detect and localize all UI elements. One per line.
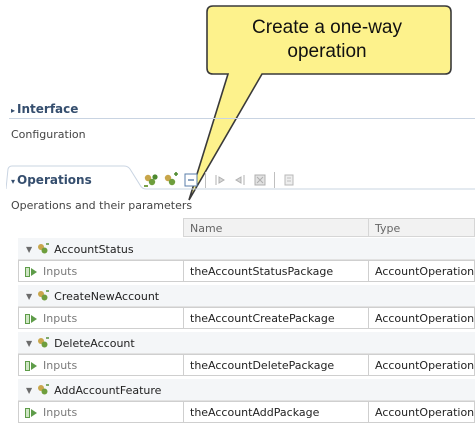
input-row[interactable]: Inputs theAccountCreatePackage AccountOper… bbox=[18, 307, 475, 329]
operation-icon bbox=[36, 336, 50, 350]
input-row[interactable]: Inputs theAccountStatusPackage AccountOper… bbox=[18, 260, 475, 282]
parameter-type-cell[interactable]: AccountOperation bbox=[368, 354, 475, 376]
inputs-label: Inputs bbox=[43, 265, 78, 278]
add-input-icon[interactable] bbox=[210, 170, 230, 190]
toolbar-separator bbox=[205, 172, 206, 188]
parameter-type-cell[interactable]: AccountOperation bbox=[368, 260, 475, 282]
interface-divider bbox=[9, 118, 475, 119]
toolbar-separator bbox=[274, 172, 275, 188]
column-header-type[interactable]: Type bbox=[368, 218, 475, 237]
operation-name: CreateNewAccount bbox=[54, 289, 160, 303]
operation-row[interactable]: ▼ CreateNewAccount bbox=[18, 285, 475, 307]
add-one-way-operation-icon[interactable] bbox=[161, 170, 181, 190]
column-header-name[interactable]: Name bbox=[183, 218, 369, 237]
remove-parameter-icon[interactable] bbox=[250, 170, 270, 190]
operation-icon bbox=[36, 242, 50, 256]
inputs-cell: Inputs bbox=[18, 354, 184, 376]
operation-label: ▼ CreateNewAccount bbox=[26, 289, 159, 303]
inputs-cell: Inputs bbox=[18, 260, 184, 282]
expand-arrow-icon[interactable]: ▼ bbox=[26, 245, 32, 254]
operation-name: AccountStatus bbox=[54, 242, 134, 256]
operations-title: Operations bbox=[17, 173, 92, 187]
inputs-label: Inputs bbox=[43, 312, 78, 325]
collapse-arrow-icon: ▸ bbox=[11, 106, 16, 115]
operation-icon bbox=[36, 383, 50, 397]
row-spacer bbox=[18, 423, 475, 426]
callout-text: Create a one-way operation bbox=[252, 17, 402, 62]
operation-row[interactable]: ▼ AccountStatus bbox=[18, 238, 475, 260]
input-row[interactable]: Inputs theAccountAddPackage AccountOperati… bbox=[18, 401, 475, 423]
operation-label: ▼ AccountStatus bbox=[26, 242, 134, 256]
parameter-type-cell[interactable]: AccountOperation bbox=[368, 401, 475, 423]
input-arrow-icon bbox=[25, 313, 39, 325]
operations-description: Operations and their parameters bbox=[11, 199, 193, 212]
remove-operation-icon[interactable] bbox=[181, 170, 201, 190]
input-arrow-icon bbox=[25, 266, 39, 278]
inputs-cell: Inputs bbox=[18, 401, 184, 423]
operation-name: DeleteAccount bbox=[54, 336, 135, 350]
table-header: Name Type bbox=[18, 218, 475, 238]
operations-section-header[interactable]: ▾ Operations bbox=[11, 173, 92, 187]
add-request-response-operation-icon[interactable] bbox=[141, 170, 161, 190]
operation-label: ▼ AddAccountFeature bbox=[26, 383, 161, 397]
operation-name: AddAccountFeature bbox=[54, 383, 162, 397]
add-fault-icon[interactable] bbox=[279, 170, 299, 190]
inputs-label: Inputs bbox=[43, 359, 78, 372]
inputs-cell: Inputs bbox=[18, 307, 184, 329]
parameter-name-cell[interactable]: theAccountDeletePackage bbox=[183, 354, 369, 376]
interface-section-header[interactable]: ▸ Interface bbox=[11, 102, 78, 116]
parameter-type-cell[interactable]: AccountOperation bbox=[368, 307, 475, 329]
parameter-name-cell[interactable]: theAccountStatusPackage bbox=[183, 260, 369, 282]
operation-row[interactable]: ▼ DeleteAccount bbox=[18, 332, 475, 354]
operations-toolbar bbox=[141, 169, 299, 191]
expand-arrow-icon[interactable]: ▼ bbox=[26, 386, 32, 395]
interface-description: Configuration bbox=[11, 128, 86, 141]
interface-title: Interface bbox=[17, 102, 79, 116]
input-arrow-icon bbox=[25, 407, 39, 419]
input-row[interactable]: Inputs theAccountDeletePackage AccountOper… bbox=[18, 354, 475, 376]
operations-table: Name Type ▼ AccountStatus Inputs theAccount… bbox=[18, 218, 475, 426]
add-output-icon[interactable] bbox=[230, 170, 250, 190]
operation-row[interactable]: ▼ AddAccountFeature bbox=[18, 379, 475, 401]
inputs-label: Inputs bbox=[43, 406, 78, 419]
input-arrow-icon bbox=[25, 360, 39, 372]
parameter-name-cell[interactable]: theAccountCreatePackage bbox=[183, 307, 369, 329]
expand-arrow-icon: ▾ bbox=[11, 177, 16, 186]
expand-arrow-icon[interactable]: ▼ bbox=[26, 339, 32, 348]
expand-arrow-icon[interactable]: ▼ bbox=[26, 292, 32, 301]
operation-icon bbox=[36, 289, 50, 303]
operation-label: ▼ DeleteAccount bbox=[26, 336, 135, 350]
parameter-name-cell[interactable]: theAccountAddPackage bbox=[183, 401, 369, 423]
